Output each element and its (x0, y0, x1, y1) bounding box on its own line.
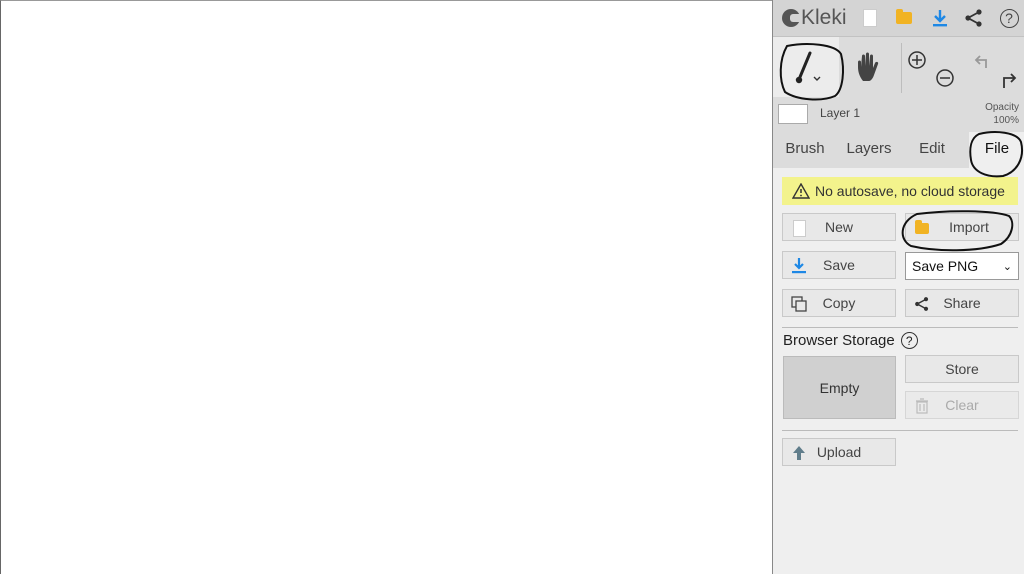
redo-button[interactable] (995, 65, 1021, 95)
app-name: Kleki (801, 6, 847, 29)
panel-tabs: Brush Layers Edit File (773, 132, 1024, 168)
kleki-logo-icon (782, 9, 800, 27)
divider (782, 430, 1018, 431)
redo-icon (1003, 73, 1017, 88)
store-button[interactable]: Store (905, 355, 1019, 383)
new-file-button[interactable]: New (782, 213, 896, 241)
upload-button[interactable]: Upload (782, 438, 896, 466)
clear-label: Clear (945, 397, 979, 413)
import-file-button[interactable]: Import (905, 213, 1019, 241)
warning-text: No autosave, no cloud storage (815, 183, 1005, 199)
new-document-icon (863, 9, 877, 27)
zoom-out-icon (936, 69, 954, 87)
file-panel: No autosave, no cloud storage New Import… (773, 168, 1024, 574)
chevron-down-icon: ⌄ (1002, 261, 1012, 273)
warning-icon (792, 183, 810, 199)
storage-state: Empty (819, 379, 860, 396)
zoom-in-button[interactable] (905, 45, 929, 75)
share-file-button[interactable]: Share (905, 289, 1019, 317)
share-icon (914, 296, 930, 312)
opacity-label: Opacity (985, 102, 1019, 113)
brush-icon (795, 51, 821, 84)
app-logo: Kleki (782, 6, 847, 30)
layer-name: Layer 1 (820, 106, 861, 120)
browser-storage-title: Browser Storage ? (783, 332, 918, 349)
zoom-in-icon (908, 51, 926, 69)
trash-icon (914, 398, 930, 414)
share-icon (965, 9, 982, 27)
download-icon (933, 10, 947, 27)
clear-button[interactable]: Clear (905, 391, 1019, 419)
help-button[interactable]: ? (997, 6, 1021, 30)
brush-tool-button[interactable] (773, 37, 839, 97)
undo-icon (974, 55, 987, 68)
drawing-canvas[interactable] (0, 0, 772, 574)
import-label: Import (949, 219, 989, 235)
new-button[interactable] (858, 6, 882, 30)
upload-label: Upload (816, 444, 862, 460)
storage-preview: Empty (783, 356, 896, 419)
storage-title-text: Browser Storage (783, 332, 895, 349)
share-label: Share (943, 295, 981, 311)
tab-edit[interactable]: Edit (910, 132, 954, 168)
undo-button[interactable] (971, 47, 995, 77)
save-format-select[interactable]: Save PNG ⌄ (905, 252, 1019, 280)
folder-icon (914, 219, 930, 236)
storage-help-icon[interactable]: ? (900, 332, 918, 349)
opacity-value: 100% (993, 115, 1019, 126)
download-icon (791, 258, 807, 274)
layer-opacity[interactable]: Opacity 100% (985, 101, 1019, 127)
save-format-value: Save PNG (912, 258, 979, 274)
save-label: Save (823, 257, 855, 273)
share-button[interactable] (962, 6, 986, 30)
divider (782, 327, 1018, 328)
tool-row (773, 37, 1024, 97)
upload-arrow-icon (791, 445, 807, 461)
copy-button[interactable]: Copy (782, 289, 896, 317)
hand-tool-button[interactable] (839, 37, 899, 97)
help-icon: ? (999, 8, 1019, 28)
tool-divider (901, 43, 902, 93)
new-label: New (824, 219, 853, 235)
layer-thumbnail[interactable] (778, 104, 808, 124)
save-button[interactable] (928, 6, 952, 30)
new-document-icon (791, 219, 807, 237)
topbar: Kleki ? (773, 0, 1024, 37)
zoom-out-button[interactable] (933, 63, 957, 93)
copy-label: Copy (822, 295, 856, 311)
tab-layers[interactable]: Layers (840, 132, 898, 168)
tab-file[interactable]: File (969, 132, 1024, 168)
save-file-button[interactable]: Save (782, 251, 896, 279)
autosave-warning: No autosave, no cloud storage (782, 177, 1018, 205)
layer-preview-row[interactable]: Layer 1 Opacity 100% (773, 98, 1024, 130)
store-label: Store (945, 361, 979, 377)
copy-icon (791, 296, 807, 312)
tab-brush[interactable]: Brush (779, 132, 831, 168)
import-button[interactable] (892, 6, 916, 30)
hand-icon (858, 52, 879, 81)
folder-icon (896, 9, 912, 24)
sidebar: Kleki ? Layer 1 Opacity 100% Brush Layer… (772, 0, 1024, 574)
